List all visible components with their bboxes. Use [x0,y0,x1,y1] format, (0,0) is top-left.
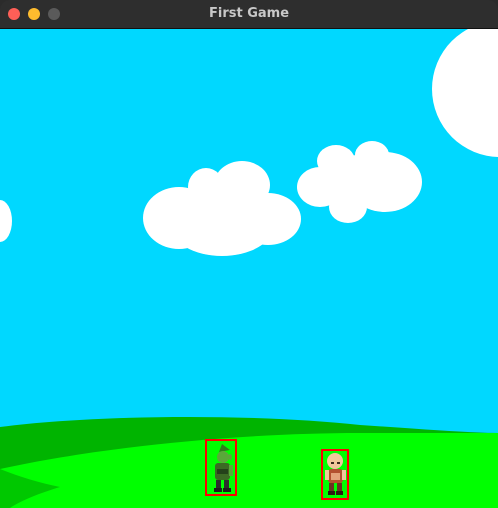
title-bar: First Game [0,0,498,29]
game-scene [0,29,498,508]
game-canvas[interactable] [0,29,498,508]
game-window: First Game [0,0,498,508]
window-title: First Game [208,6,290,21]
